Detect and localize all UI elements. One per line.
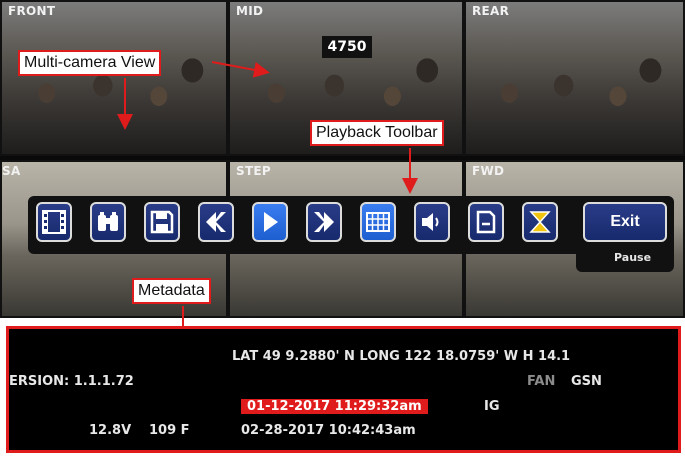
time-button[interactable] — [522, 202, 558, 242]
save-button[interactable] — [144, 202, 180, 242]
exit-button[interactable]: Exit — [583, 202, 667, 242]
rewind-icon — [206, 212, 226, 232]
document-icon — [476, 210, 496, 234]
fast-forward-button[interactable] — [306, 202, 342, 242]
secondary-timestamp: 02-28-2017 10:42:43am — [241, 423, 416, 438]
search-button[interactable] — [90, 202, 126, 242]
audio-button[interactable] — [414, 202, 450, 242]
save-icon — [150, 210, 174, 234]
ig-label: IG — [484, 399, 500, 414]
layout-grid-button[interactable] — [360, 202, 396, 242]
film-clip-icon — [42, 210, 66, 234]
fan-label: FAN — [527, 374, 556, 389]
playback-toolbar — [28, 196, 590, 254]
temperature-readout: 109 F — [149, 423, 190, 438]
speaker-icon — [422, 213, 439, 231]
current-timestamp: 01-12-2017 11:29:32am — [241, 399, 428, 414]
gsn-label: GSN — [571, 374, 602, 389]
version-readout: ERSION: 1.1.1.72 — [9, 374, 134, 389]
gps-readout: LAT 49 9.2880' N LONG 122 18.0759' W H 1… — [232, 349, 571, 364]
metadata-panel: LAT 49 9.2880' N LONG 122 18.0759' W H 1… — [6, 326, 681, 453]
clip-button[interactable] — [36, 202, 72, 242]
playback-status: Pause — [614, 251, 652, 264]
grid-icon — [366, 212, 390, 232]
fast-forward-icon — [314, 212, 334, 232]
rewind-button[interactable] — [198, 202, 234, 242]
document-button[interactable] — [468, 202, 504, 242]
voltage-readout: 12.8V — [89, 423, 132, 438]
binoculars-icon — [98, 212, 118, 231]
play-button[interactable] — [252, 202, 288, 242]
hourglass-icon — [529, 211, 551, 233]
play-icon — [264, 212, 278, 232]
